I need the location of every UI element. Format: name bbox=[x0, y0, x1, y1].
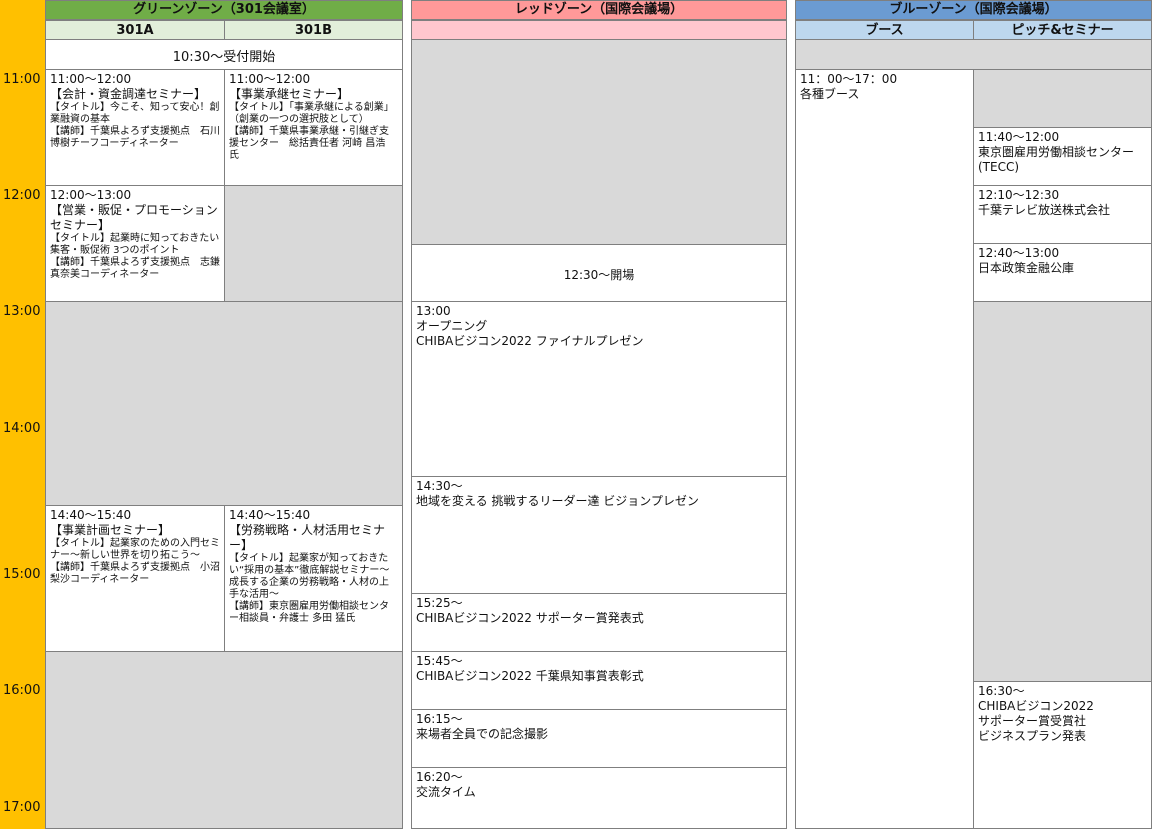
event-title: 交流タイム bbox=[416, 785, 476, 799]
event-title: CHIBAビジコン2022 千葉県知事賞表彰式 bbox=[416, 669, 644, 683]
pitch-seminar-column-header: ピッチ&セミナー bbox=[973, 20, 1152, 40]
time-label-14: 14:00 bbox=[3, 421, 41, 436]
pitch-name: 東京圏雇用労働相談センター(TECC) bbox=[978, 145, 1135, 174]
booth-all-day: 11：00～17：00 各種ブース bbox=[795, 69, 974, 829]
time-label-16: 16:00 bbox=[3, 683, 41, 698]
room-301a-header: 301A bbox=[45, 20, 225, 40]
red-zone-header: レッドゾーン（国際会議場） bbox=[411, 0, 787, 20]
pitch-name: ビジネスプラン発表 bbox=[978, 729, 1087, 743]
reception-start: 10:30～受付開始 bbox=[45, 39, 403, 70]
session-301a-1200: 12:00～13:00 【営業・販促・プロモーションセミナー】 【タイトル】起業… bbox=[45, 185, 225, 302]
session-title: 【タイトル】起業家が知っておきたい“採用の基本”徹底解説セミナー～成長する企業の… bbox=[229, 553, 390, 600]
event-governor-award: 15:45～ CHIBAビジコン2022 千葉県知事賞表彰式 bbox=[411, 651, 787, 710]
session-301a-1440: 14:40～15:40 【事業計画セミナー】 【タイトル】起業家のための入門セミ… bbox=[45, 505, 225, 652]
empty-slot bbox=[45, 651, 403, 829]
event-supporter-award: 15:25～ CHIBAビジコン2022 サポーター賞発表式 bbox=[411, 593, 787, 652]
session-name: 【労務戦略・人材活用セミナー】 bbox=[229, 523, 386, 552]
green-zone-header: グリーンゾーン（301会議室） bbox=[45, 0, 403, 20]
session-speaker: 【講師】千葉県よろず支援拠点 志鎌 真奈美コーディネーター bbox=[50, 257, 220, 280]
pitch-tecc: 11:40～12:00 東京圏雇用労働相談センター(TECC) bbox=[973, 127, 1152, 186]
time-column bbox=[0, 0, 45, 829]
event-title: 来場者全員での記念撮影 bbox=[416, 727, 549, 741]
time-label-17: 17:00 bbox=[3, 800, 41, 815]
session-speaker: 【講師】千葉県事業承継・引継ぎ支援センター 総括責任者 河崎 昌浩 氏 bbox=[229, 126, 389, 161]
session-name: 【事業計画セミナー】 bbox=[50, 523, 171, 537]
time-label-13: 13:00 bbox=[3, 304, 41, 319]
pitch-time: 11:40～12:00 bbox=[978, 130, 1060, 144]
event-networking: 16:20～ 交流タイム bbox=[411, 767, 787, 829]
session-301b-1440: 14:40～15:40 【労務戦略・人材活用セミナー】 【タイトル】起業家が知っ… bbox=[224, 505, 403, 652]
event-vision-presentation: 14:30～ 地域を変える 挑戦するリーダー達 ビジョンプレゼン bbox=[411, 476, 787, 594]
time-label-11: 11:00 bbox=[3, 72, 41, 87]
pitch-chiba-tv: 12:10～12:30 千葉テレビ放送株式会社 bbox=[973, 185, 1152, 244]
event-title: CHIBAビジコン2022 ファイナルプレゼン bbox=[416, 334, 644, 348]
booth-name: 各種ブース bbox=[800, 87, 860, 101]
event-title: 地域を変える 挑戦するリーダー達 ビジョンプレゼン bbox=[416, 494, 699, 508]
pitch-time: 12:10～12:30 bbox=[978, 188, 1060, 202]
session-301b-1100: 11:00～12:00 【事業承継セミナー】 【タイトル】「事業承継による創業」… bbox=[224, 69, 403, 186]
session-301a-1100: 11:00～12:00 【会計・資金調達セミナー】 【タイトル】今こそ、知って安… bbox=[45, 69, 225, 186]
event-title: CHIBAビジコン2022 サポーター賞発表式 bbox=[416, 611, 644, 625]
session-name: 【営業・販促・プロモーションセミナー】 bbox=[50, 203, 218, 232]
pitch-supporter-award-plans: 16:30～ CHIBAビジコン2022 サポーター賞受賞社 ビジネスプラン発表 bbox=[973, 681, 1152, 829]
booth-time: 11：00～17：00 bbox=[800, 72, 898, 86]
empty-slot bbox=[973, 69, 1152, 128]
session-name: 【会計・資金調達セミナー】 bbox=[50, 87, 207, 101]
session-name: 【事業承継セミナー】 bbox=[229, 87, 350, 101]
session-speaker: 【講師】千葉県よろず支援拠点 石川 博樹チーフコーディネーター bbox=[50, 126, 220, 149]
doors-open: 12:30～開場 bbox=[411, 244, 787, 302]
empty-slot bbox=[411, 39, 787, 245]
session-title: 【タイトル】起業時に知っておきたい集客・販促術 3つのポイント bbox=[50, 233, 220, 256]
pitch-name: CHIBAビジコン2022 bbox=[978, 699, 1094, 713]
event-title: オープニング bbox=[416, 319, 488, 333]
pitch-name: サポーター賞受賞社 bbox=[978, 714, 1087, 728]
empty-slot bbox=[224, 185, 403, 302]
pitch-name: 千葉テレビ放送株式会社 bbox=[978, 203, 1111, 217]
event-time: 15:45～ bbox=[416, 654, 463, 668]
pitch-time: 16:30～ bbox=[978, 684, 1025, 698]
session-time: 14:40～15:40 bbox=[50, 508, 132, 522]
empty-slot bbox=[973, 301, 1152, 682]
pitch-jfc: 12:40～13:00 日本政策金融公庫 bbox=[973, 243, 1152, 302]
pitch-time: 12:40～13:00 bbox=[978, 246, 1060, 260]
session-time: 12:00～13:00 bbox=[50, 188, 132, 202]
event-time: 16:20～ bbox=[416, 770, 463, 784]
red-zone-subheader bbox=[411, 20, 787, 40]
session-time: 11:00～12:00 bbox=[229, 72, 311, 86]
blue-zone-header: ブルーゾーン（国際会議場） bbox=[795, 0, 1152, 20]
booth-column-header: ブース bbox=[795, 20, 974, 40]
session-time: 11:00～12:00 bbox=[50, 72, 132, 86]
time-label-15: 15:00 bbox=[3, 567, 41, 582]
session-time: 14:40～15:40 bbox=[229, 508, 311, 522]
pitch-name: 日本政策金融公庫 bbox=[978, 261, 1075, 275]
event-group-photo: 16:15～ 来場者全員での記念撮影 bbox=[411, 709, 787, 768]
empty-slot bbox=[45, 301, 403, 506]
event-time: 13:00 bbox=[416, 304, 451, 318]
session-title: 【タイトル】「事業承継による創業」（創業の一つの選択肢として） bbox=[229, 102, 394, 125]
session-title: 【タイトル】起業家のための入門セミナー～新しい世界を切り拓こう～ bbox=[50, 538, 220, 561]
session-title: 【タイトル】今こそ、知って安心！創業融資の基本 bbox=[50, 102, 220, 125]
event-time: 15:25～ bbox=[416, 596, 463, 610]
column-gap bbox=[787, 0, 795, 829]
event-opening-final-presentation: 13:00 オープニング CHIBAビジコン2022 ファイナルプレゼン bbox=[411, 301, 787, 477]
empty-slot bbox=[795, 39, 1152, 70]
column-gap bbox=[403, 0, 411, 829]
room-301b-header: 301B bbox=[224, 20, 403, 40]
time-label-12: 12:00 bbox=[3, 188, 41, 203]
session-speaker: 【講師】千葉県よろず支援拠点 小沼 梨沙コーディネーター bbox=[50, 562, 220, 585]
event-time: 14:30～ bbox=[416, 479, 463, 493]
event-time: 16:15～ bbox=[416, 712, 463, 726]
session-speaker: 【講師】東京圏雇用労働相談センター相談員・弁護士 多田 猛氏 bbox=[229, 601, 389, 624]
